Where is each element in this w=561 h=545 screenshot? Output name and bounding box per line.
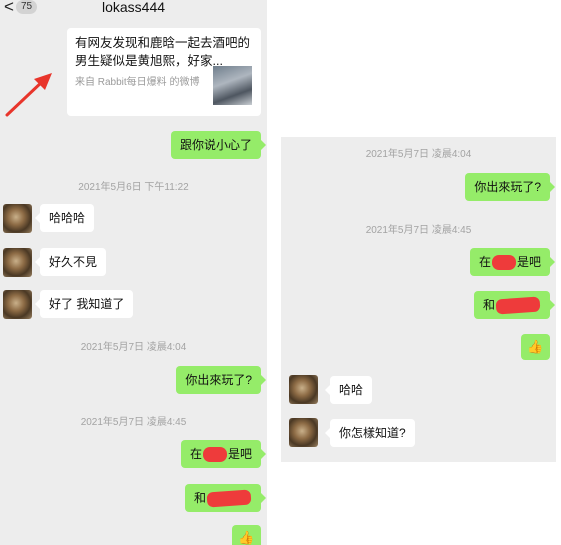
- outgoing-message-redacted[interactable]: 在 是吧: [469, 248, 556, 276]
- redaction-mark: [206, 489, 252, 508]
- chat-header: < 75 lokass444: [0, 0, 267, 16]
- shared-weibo-card[interactable]: 有网友发现和鹿晗一起去酒吧的男生疑似是黄旭熙，好家... 来自 Rabbit每日…: [67, 28, 261, 116]
- right-chat-screenshot: 2021年5月7日 凌晨4:04 你出來玩了? 2021年5月7日 凌晨4:45…: [281, 137, 556, 462]
- outgoing-message-redacted[interactable]: 和: [184, 484, 267, 512]
- outgoing-message[interactable]: 跟你说小心了: [170, 131, 267, 159]
- incoming-message[interactable]: 好久不見: [34, 248, 107, 276]
- shared-card-title: 有网友发现和鹿晗一起去酒吧的男生疑似是黄旭熙，好家...: [75, 36, 251, 68]
- timestamp: 2021年5月7日 凌晨4:04: [80, 342, 187, 353]
- redaction-mark: [202, 447, 227, 463]
- incoming-message[interactable]: 哈哈哈: [34, 204, 95, 232]
- message-text-end: 是吧: [227, 447, 252, 461]
- incoming-message[interactable]: 哈哈: [324, 376, 373, 404]
- contact-name: lokass444: [101, 0, 166, 15]
- message-text-start: 在: [189, 447, 202, 461]
- message-text-start: 在: [478, 255, 491, 269]
- contact-avatar[interactable]: [3, 248, 32, 277]
- contact-avatar[interactable]: [289, 375, 318, 404]
- timestamp: 2021年5月6日 下午11:22: [78, 182, 189, 193]
- contact-avatar[interactable]: [3, 204, 32, 233]
- shared-card-thumbnail: [213, 66, 252, 105]
- incoming-message[interactable]: 你怎樣知道?: [325, 419, 415, 447]
- contact-avatar[interactable]: [3, 290, 32, 319]
- message-text-start: 和: [482, 298, 495, 312]
- incoming-message[interactable]: 好了 我知道了: [34, 290, 134, 318]
- outgoing-message[interactable]: 你出來玩了?: [465, 173, 555, 201]
- red-arrow-icon: [5, 73, 52, 117]
- left-chat-screenshot: < 75 lokass444 有网友发现和鹿晗一起去酒吧的男生疑似是黄旭熙，好家…: [0, 0, 267, 545]
- message-text-start: 和: [193, 491, 206, 505]
- redaction-mark: [495, 296, 541, 315]
- outgoing-message-redacted[interactable]: 在 是吧: [180, 440, 267, 468]
- outgoing-message[interactable]: 你出來玩了?: [176, 366, 266, 394]
- outgoing-message-redacted[interactable]: 和: [473, 291, 556, 319]
- contact-avatar[interactable]: [289, 418, 318, 447]
- thumbs-up-icon[interactable]: 👍: [232, 525, 261, 545]
- timestamp: 2021年5月7日 凌晨4:45: [80, 417, 187, 428]
- timestamp: 2021年5月7日 凌晨4:45: [365, 225, 472, 236]
- redaction-mark: [491, 255, 516, 271]
- shared-card-source: 来自 Rabbit每日爆料 的微博: [75, 77, 200, 88]
- message-text-end: 是吧: [516, 255, 541, 269]
- timestamp: 2021年5月7日 凌晨4:04: [365, 149, 472, 160]
- thumbs-up-icon[interactable]: 👍: [521, 334, 550, 360]
